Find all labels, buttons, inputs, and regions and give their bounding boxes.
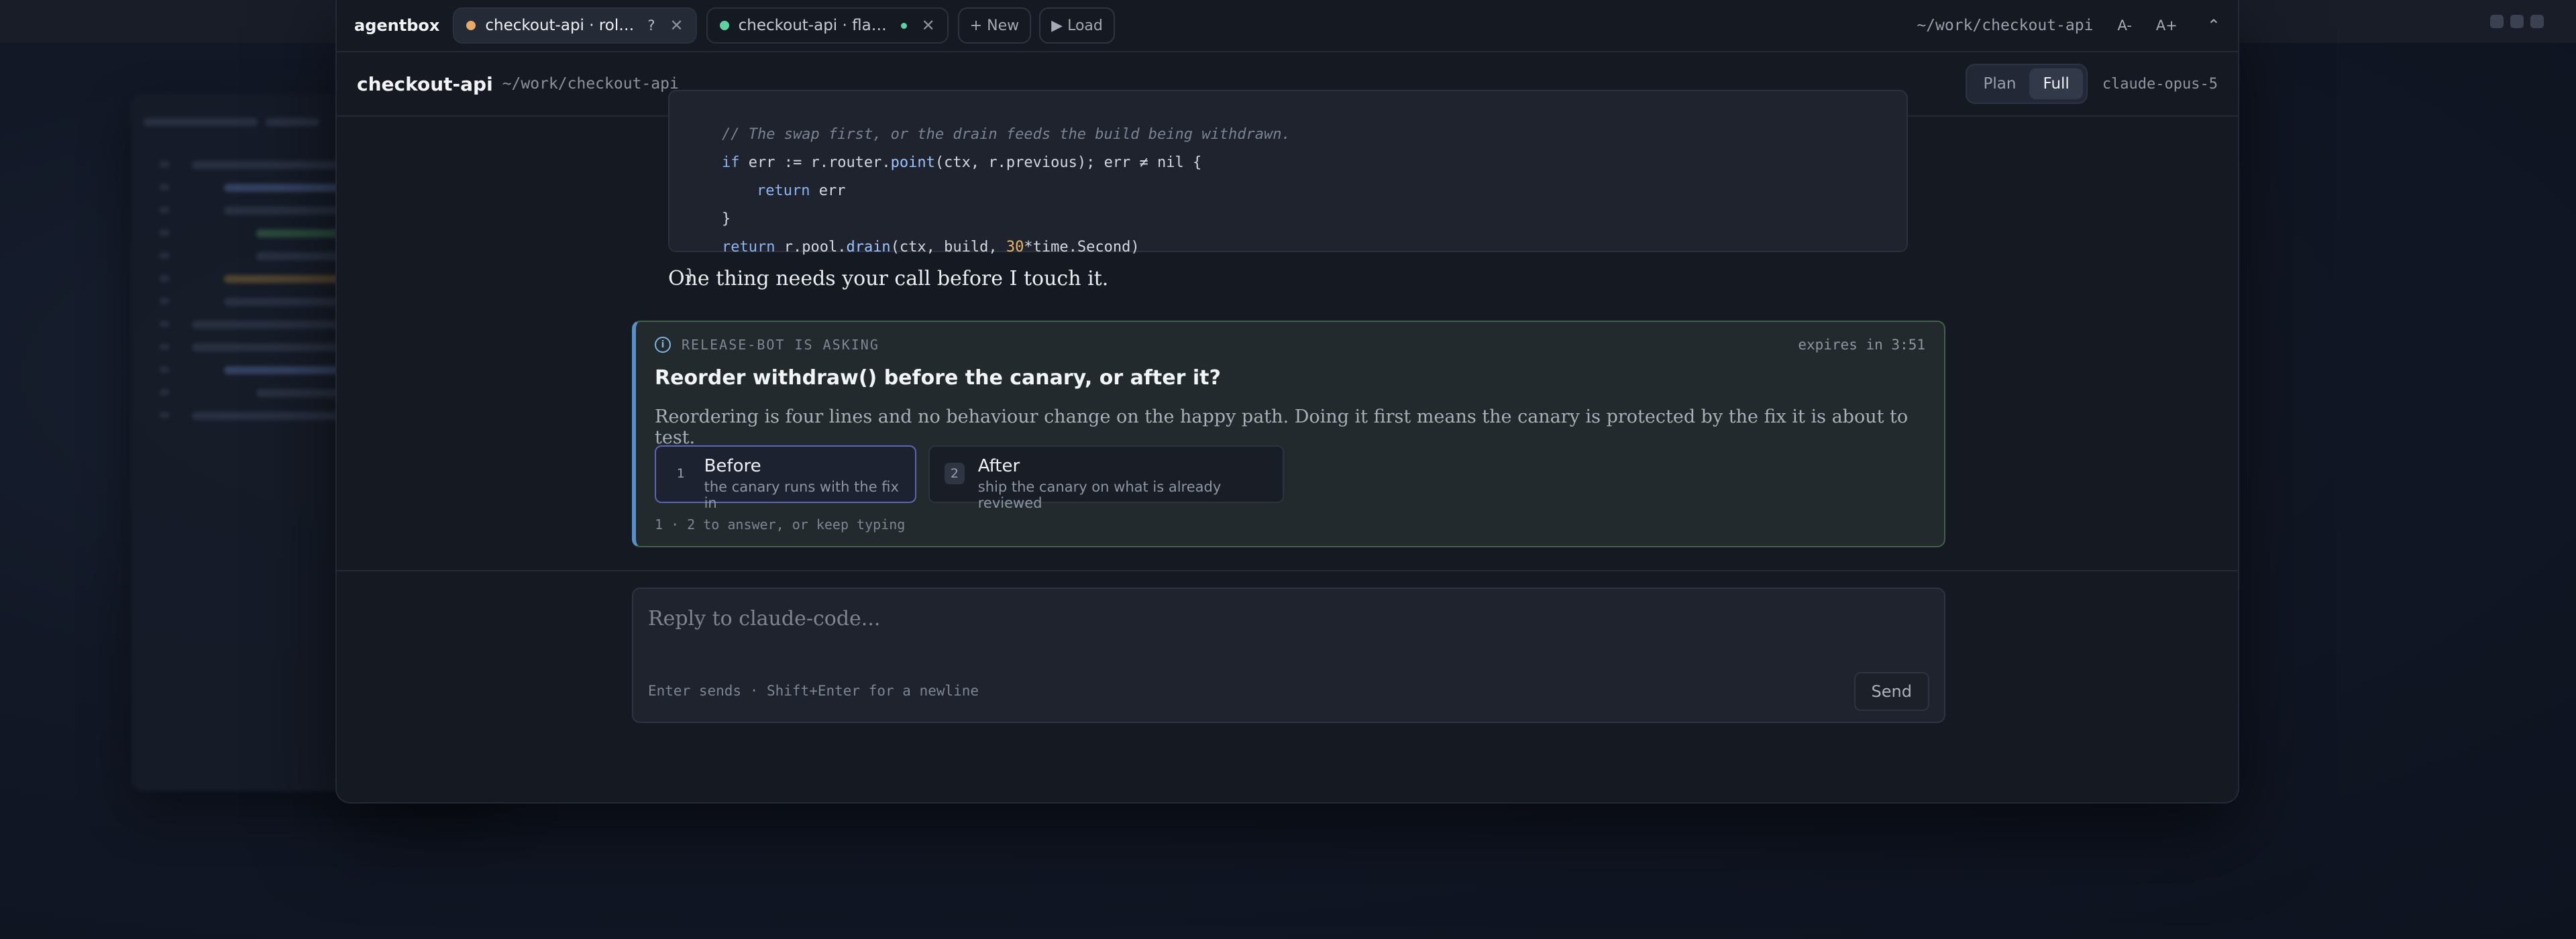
app-window: agentbox checkout-api · rollb… ? ✕ check… <box>335 0 2239 804</box>
new-session-button[interactable]: + New <box>957 7 1032 44</box>
activity-dot <box>900 22 907 29</box>
code-line: } <box>722 211 731 227</box>
question-title: Reorder withdraw() before the canary, or… <box>655 366 1221 390</box>
status-dot <box>719 21 729 30</box>
expiry-timer: expires in 3:51 <box>1798 337 1925 353</box>
font-smaller-button[interactable]: A- <box>2117 17 2131 34</box>
tab-title: checkout-api · flaky … <box>738 17 892 34</box>
model-name: claude-opus-5 <box>2102 75 2218 93</box>
composer-divider <box>337 570 2238 571</box>
mode-plan[interactable]: Plan <box>1970 68 2030 99</box>
reply-composer: Enter sends · Shift+Enter for a newline … <box>632 588 1945 723</box>
load-session-button[interactable]: ▶ Load <box>1039 7 1115 44</box>
mode-full[interactable]: Full <box>2029 68 2083 99</box>
answer-options: 1 Before the canary runs with the fix in… <box>655 445 1284 511</box>
font-larger-button[interactable]: A+ <box>2156 17 2178 34</box>
option-number: 2 <box>945 463 965 484</box>
project-path: ~/work/checkout-api <box>502 75 679 93</box>
reply-input[interactable] <box>648 601 1923 636</box>
option-title: Before <box>704 456 761 476</box>
titlebar: agentbox checkout-api · rollb… ? ✕ check… <box>337 0 2238 52</box>
question-card: i RELEASE-BOT IS ASKING expires in 3:51 … <box>632 321 1945 547</box>
option-title: After <box>977 456 1020 476</box>
app-brand: agentbox <box>354 16 440 35</box>
option-before[interactable]: 1 Before the canary runs with the fix in <box>655 445 916 511</box>
answer-hint: 1 · 2 to answer, or keep typing <box>655 516 906 533</box>
code-line: return err <box>757 182 846 199</box>
chevron-up-icon[interactable]: ⌃ <box>2207 16 2220 35</box>
close-icon[interactable]: ✕ <box>922 16 935 35</box>
desktop-window-controls <box>2490 15 2544 28</box>
status-dot <box>466 21 476 30</box>
mode-toggle: Plan Full <box>1965 64 2088 104</box>
assistant-message: One thing needs your call before I touch… <box>668 267 1109 290</box>
reply-hint: Enter sends · Shift+Enter for a newline <box>648 683 979 699</box>
asker-label: RELEASE-BOT IS ASKING <box>682 337 879 353</box>
code-comment: // The swap first, or the drain feeds th… <box>722 126 1291 143</box>
project-name: checkout-api <box>357 72 493 95</box>
cwd-path: ~/work/checkout-api <box>1917 17 2094 34</box>
option-subtitle: ship the canary on what is already revie… <box>977 479 1222 511</box>
close-icon[interactable]: ✕ <box>670 16 684 35</box>
tab-badge: ? <box>647 17 655 34</box>
info-icon: i <box>655 337 671 353</box>
titlebar-right: ~/work/checkout-api A- A+ ⌃ <box>1917 16 2220 35</box>
desktop-control-icon[interactable] <box>2510 15 2524 28</box>
option-subtitle: the canary runs with the fix in <box>704 479 899 511</box>
send-button[interactable]: Send <box>1854 672 1929 711</box>
code-block: // The swap first, or the drain feeds th… <box>668 90 1908 284</box>
code-line: if err := r.router.point(ctx, r.previous… <box>722 154 1202 171</box>
desktop-control-icon[interactable] <box>2530 15 2544 28</box>
desktop-control-icon[interactable] <box>2490 15 2504 28</box>
question-description: Reordering is four lines and no behaviou… <box>655 406 1909 448</box>
code-line: return r.pool.drain(ctx, build, 30*time.… <box>722 239 1140 256</box>
session-tab[interactable]: checkout-api · flaky … ✕ <box>706 7 949 44</box>
conversation: // The swap first, or the drain feeds th… <box>337 90 2238 723</box>
option-after[interactable]: 2 After ship the canary on what is alrea… <box>928 445 1284 511</box>
option-number: 1 <box>676 466 685 481</box>
tab-title: checkout-api · rollb… <box>485 17 639 34</box>
session-tab[interactable]: checkout-api · rollb… ? ✕ <box>453 7 697 44</box>
question-header: i RELEASE-BOT IS ASKING <box>655 337 879 353</box>
